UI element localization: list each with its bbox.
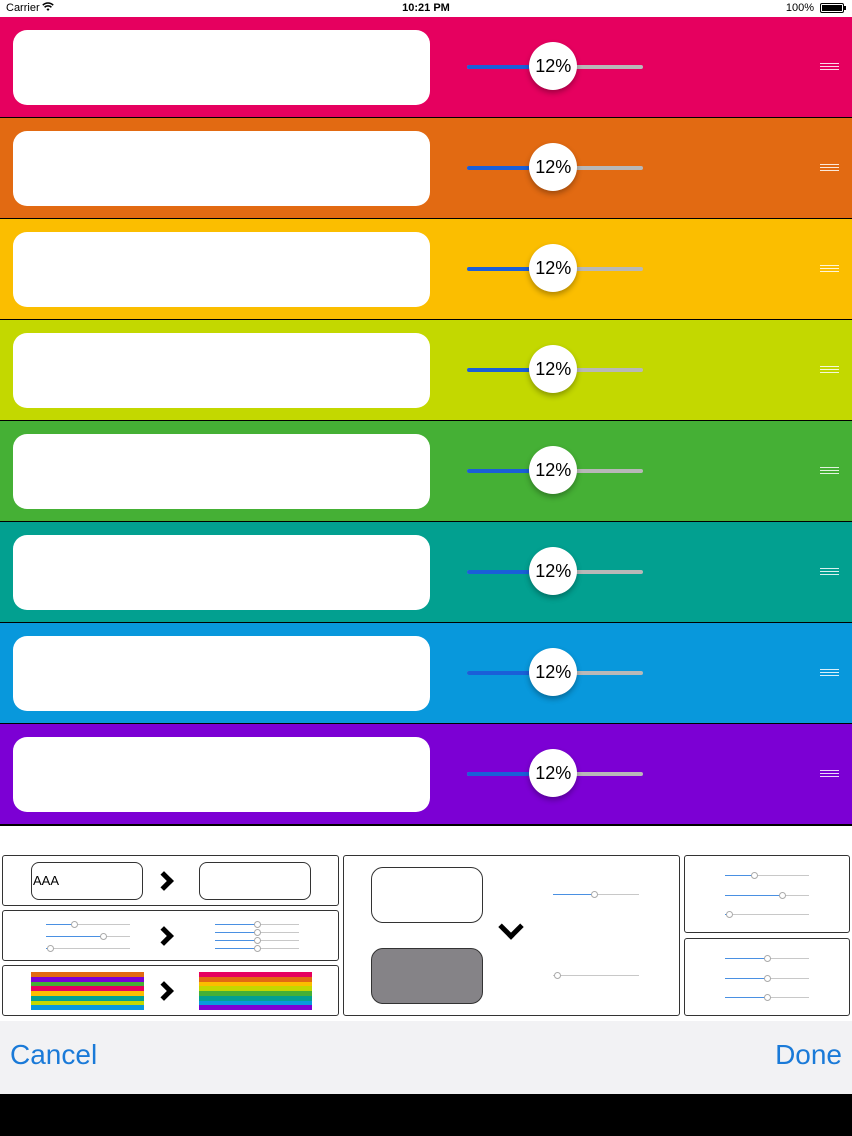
battery-percent: 100% [785,2,814,14]
reorder-handle-icon[interactable] [820,669,839,677]
slider-knob[interactable]: 12% [529,345,578,393]
gray-field-swatch [371,948,483,1004]
reorder-handle-icon[interactable] [820,568,839,576]
row-value-slider[interactable]: 12% [467,244,643,292]
mini-slider [46,933,130,940]
bottom-toolbar: Cancel Done [0,1021,852,1094]
option-text-style[interactable]: AAA [2,855,339,906]
mini-slider [215,945,299,952]
mini-slider [725,975,809,982]
mini-slider [725,955,809,962]
color-row: 12% [0,118,852,218]
mini-slider [725,911,809,918]
text-style-after [199,862,311,900]
mini-slider [215,937,299,944]
reorder-handle-icon[interactable] [820,366,839,374]
reorder-handle-icon[interactable] [820,164,839,172]
chevron-right-icon [154,981,174,1001]
row-value-slider[interactable]: 12% [467,648,643,696]
slider-knob[interactable]: 12% [529,648,578,696]
slider-knob[interactable]: 12% [529,244,578,292]
white-field-swatch [371,867,483,923]
reorder-handle-icon[interactable] [820,770,839,778]
row-value-slider[interactable]: 12% [467,749,643,797]
clock: 10:21 PM [402,2,450,14]
color-row: 12% [0,623,852,723]
chevron-right-icon [154,926,174,946]
mini-slider [46,921,130,928]
cancel-button[interactable]: Cancel [10,1039,97,1071]
chevron-down-icon [498,914,524,940]
text-style-before: AAA [31,862,143,900]
reorder-handle-icon[interactable] [820,265,839,273]
mini-slider [215,921,299,928]
color-stripe [199,1005,312,1010]
mini-slider [725,994,809,1001]
battery-icon [820,3,846,13]
color-stripe [31,1005,144,1010]
done-button[interactable]: Done [775,1039,842,1071]
chevron-right-icon [154,871,174,891]
row-value-slider[interactable]: 12% [467,143,643,191]
row-text-field[interactable] [13,737,430,812]
color-stripes-before [31,972,144,1010]
slider-knob[interactable]: 12% [529,547,578,595]
row-text-field[interactable] [13,535,430,610]
slider-knob[interactable]: 12% [529,446,578,494]
option-slider-set-b[interactable] [684,938,850,1016]
color-row: 12% [0,219,852,319]
row-value-slider[interactable]: 12% [467,547,643,595]
mini-slider [553,891,639,898]
color-row-list: 12% 12% 12% 12% 12% 12% 12% 12% [0,17,852,825]
option-field-appearance[interactable] [343,855,680,1016]
mini-slider [553,972,639,979]
color-stripes-after [199,972,312,1010]
option-slider-style[interactable] [2,910,339,961]
color-row: 12% [0,522,852,622]
color-row: 12% [0,320,852,420]
row-text-field[interactable] [13,30,430,105]
text-style-sample: AAA [33,873,60,888]
color-row: 12% [0,421,852,521]
reorder-handle-icon[interactable] [820,467,839,475]
row-text-field[interactable] [13,333,430,408]
slider-knob[interactable]: 12% [529,42,578,90]
row-value-slider[interactable]: 12% [467,42,643,90]
row-value-slider[interactable]: 12% [467,446,643,494]
row-text-field[interactable] [13,131,430,206]
mini-slider [725,892,809,899]
slider-knob[interactable]: 12% [529,143,578,191]
mini-slider [215,929,299,936]
option-slider-set-a[interactable] [684,855,850,933]
color-row: 12% [0,724,852,824]
reorder-handle-icon[interactable] [820,63,839,71]
mini-slider [725,872,809,879]
row-value-slider[interactable]: 12% [467,345,643,393]
options-panel: AAA [0,826,852,1021]
option-color-order[interactable] [2,965,339,1016]
mini-slider [46,945,130,952]
slider-knob[interactable]: 12% [529,749,578,797]
row-text-field[interactable] [13,434,430,509]
row-text-field[interactable] [13,636,430,711]
color-row: 12% [0,17,852,117]
status-bar: Carrier 10:21 PM 100% [0,0,852,17]
row-text-field[interactable] [13,232,430,307]
